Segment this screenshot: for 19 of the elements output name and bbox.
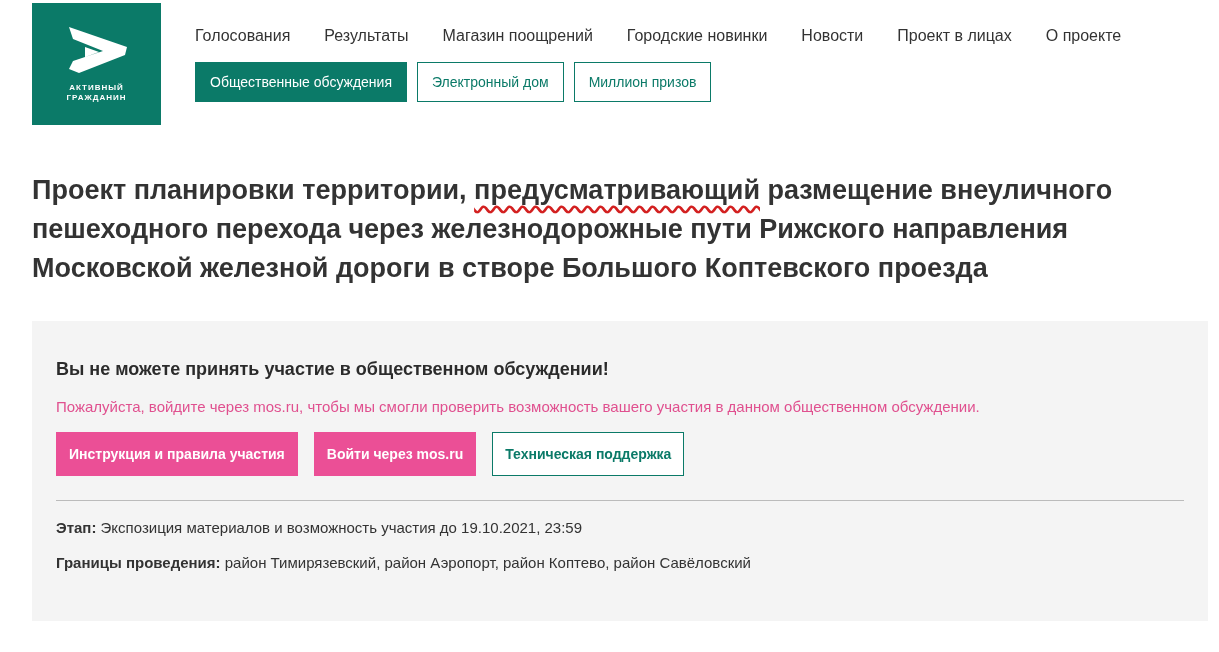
logo-text: ГРАЖДАНИН <box>66 93 127 103</box>
page-title: Проект планировки территории, предусматривающий размещение внеуличного пешеходного перехода через железнодорожные пути Рижского направления Московской железной дороги в створе Большого Коптевского проезда <box>32 174 1114 285</box>
detail-text: Этап: Экспозиция материалов и возможность участия до 19.10.2021, 23:59 <box>56 519 584 536</box>
nav-link[interactable]: Проект в лицах <box>897 26 1012 46</box>
nav-link[interactable]: Магазин поощрений <box>442 26 593 46</box>
detail-text: Границы проведения: район Тимирязевский, район Аэропорт, район Коптево, район Савёловский <box>56 554 752 571</box>
nav-link[interactable]: Новости <box>801 26 864 46</box>
section-tab[interactable]: Общественные обсуждения <box>195 62 407 102</box>
nav-link[interactable]: О проекте <box>1045 26 1122 46</box>
nav-link[interactable]: Результаты <box>324 26 409 46</box>
nav-link[interactable]: Голосования <box>195 26 291 46</box>
notice-message: Пожалуйста, войдите через mos.ru, чтобы мы смогли проверить возможность вашего участия в данном общественном обсуждении. <box>56 398 981 415</box>
logo-text: АКТИВНЫЙ <box>69 83 124 93</box>
logo[interactable]: АКТИВНЫЙ ГРАЖДАНИН <box>32 3 161 125</box>
action-button[interactable]: Техническая поддержка <box>492 432 685 476</box>
nav-link[interactable]: Городские новинки <box>626 26 768 46</box>
section-tab[interactable]: Миллион призов <box>573 62 712 102</box>
notice-heading: Вы не можете принять участие в общественном обсуждении! <box>56 359 610 380</box>
section-tab[interactable]: Электронный дом <box>417 62 564 102</box>
